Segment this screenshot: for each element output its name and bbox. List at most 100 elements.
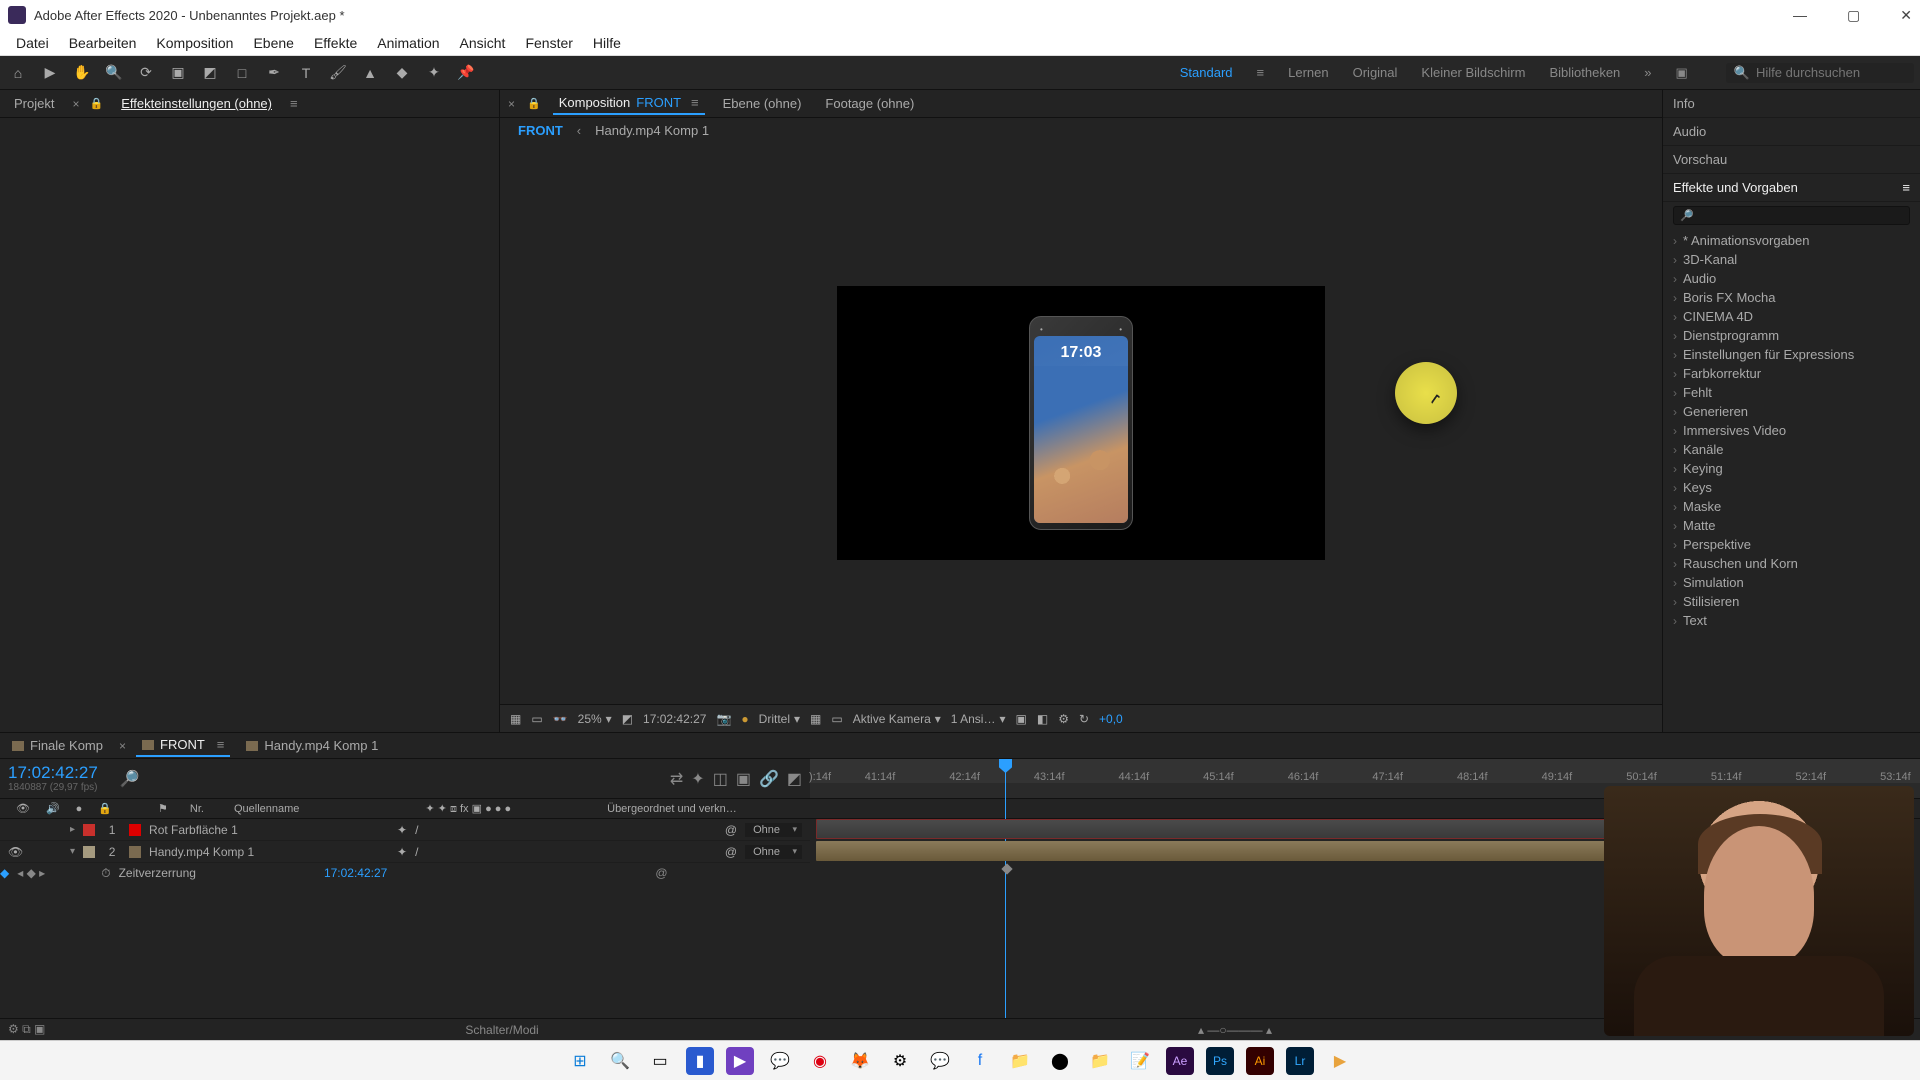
effects-category[interactable]: Audio: [1663, 269, 1920, 288]
clone-tool[interactable]: ▲: [358, 61, 382, 85]
workspace-lernen[interactable]: Lernen: [1288, 65, 1328, 80]
panel-effects-header[interactable]: Effekte und Vorgaben ≡: [1663, 174, 1920, 202]
effects-category[interactable]: * Animationsvorgaben: [1663, 231, 1920, 250]
effects-category[interactable]: Keying: [1663, 459, 1920, 478]
menu-ansicht[interactable]: Ansicht: [450, 35, 516, 51]
effects-category[interactable]: Rauschen und Korn: [1663, 554, 1920, 573]
view-icon[interactable]: ▣: [1016, 712, 1027, 726]
taskbar-firefox[interactable]: 🦊: [846, 1047, 874, 1075]
taskbar-app2[interactable]: ◉: [806, 1047, 834, 1075]
minimize-button[interactable]: —: [1793, 7, 1807, 24]
taskbar-obs[interactable]: ⬤: [1046, 1047, 1074, 1075]
timeline-tab-front[interactable]: FRONT ≡: [136, 734, 230, 757]
resolution-dropdown[interactable]: Drittel ▾: [759, 712, 800, 726]
res-icon[interactable]: ◩: [622, 712, 633, 726]
close-button[interactable]: ✕: [1900, 7, 1912, 24]
tab-ebene[interactable]: Ebene (ohne): [717, 93, 808, 114]
taskbar-facebook[interactable]: f: [966, 1047, 994, 1075]
layer-name[interactable]: Handy.mp4 Komp 1: [149, 845, 369, 859]
timeline-search-icon[interactable]: 🔎: [120, 769, 140, 789]
maximize-button[interactable]: ▢: [1847, 7, 1860, 24]
parent-pick-icon[interactable]: @: [725, 823, 737, 837]
effects-category[interactable]: Farbkorrektur: [1663, 364, 1920, 383]
layer-name[interactable]: Rot Farbfläche 1: [149, 823, 369, 837]
panel-vorschau[interactable]: Vorschau: [1663, 146, 1920, 174]
keyframe-icon[interactable]: [1001, 863, 1012, 874]
camera-tool[interactable]: ▣: [166, 61, 190, 85]
effects-category[interactable]: Simulation: [1663, 573, 1920, 592]
effects-category[interactable]: CINEMA 4D: [1663, 307, 1920, 326]
taskbar-ps[interactable]: Ps: [1206, 1047, 1234, 1075]
effects-category[interactable]: Dienstprogramm: [1663, 326, 1920, 345]
channel-icon[interactable]: ●: [741, 712, 748, 726]
effects-category[interactable]: Keys: [1663, 478, 1920, 497]
timecode-display[interactable]: 17:02:42:27: [643, 712, 706, 726]
effects-category[interactable]: Maske: [1663, 497, 1920, 516]
taskbar-notes[interactable]: 📝: [1126, 1047, 1154, 1075]
effects-search[interactable]: 🔎: [1673, 206, 1910, 225]
tl-icon-5[interactable]: 🔗: [759, 769, 779, 789]
help-search-input[interactable]: [1756, 65, 1906, 80]
time-ruler[interactable]: ):14f 41:14f42:14f43:14f44:14f45:14f46:1…: [810, 759, 1920, 783]
workspace-klein[interactable]: Kleiner Bildschirm: [1421, 65, 1525, 80]
tab-komposition-menu-icon[interactable]: ≡: [691, 95, 699, 110]
menu-datei[interactable]: Datei: [6, 35, 59, 51]
effects-category[interactable]: Einstellungen für Expressions: [1663, 345, 1920, 364]
workspace-bib[interactable]: Bibliotheken: [1549, 65, 1620, 80]
property-row[interactable]: ◆ ◂ ◆ ▸ ⏱ Zeitverzerrung 17:02:42:27 @: [0, 863, 810, 883]
views-dropdown[interactable]: 1 Ansi… ▾: [951, 712, 1006, 726]
colormgmt-icon[interactable]: ◧: [1037, 712, 1048, 726]
selection-tool[interactable]: ▶: [38, 61, 62, 85]
lock-icon[interactable]: 🔒: [527, 97, 541, 110]
layer-row-2[interactable]: 👁 ▾ 2 Handy.mp4 Komp 1 ✦/ @ Ohne: [0, 841, 810, 863]
snapshot-icon[interactable]: 📷: [716, 712, 731, 726]
tl-icon-2[interactable]: ✦: [691, 769, 704, 789]
tl-icon-4[interactable]: ▣: [736, 769, 751, 789]
effects-category[interactable]: Text: [1663, 611, 1920, 630]
layer-row-1[interactable]: ▸ 1 Rot Farbfläche 1 ✦/ @ Ohne: [0, 819, 810, 841]
workspace-frame-icon[interactable]: ▣: [1676, 65, 1688, 81]
lock-icon[interactable]: 🔒: [89, 97, 103, 110]
playhead[interactable]: [1005, 759, 1006, 1023]
puppet-tool[interactable]: 📌: [454, 61, 478, 85]
taskbar-app3[interactable]: ⚙: [886, 1047, 914, 1075]
panel-info[interactable]: Info: [1663, 90, 1920, 118]
taskbar-app4[interactable]: 📁: [1006, 1047, 1034, 1075]
tab-effect-settings[interactable]: Effekteinstellungen (ohne): [113, 92, 280, 115]
refresh-icon[interactable]: ↻: [1079, 712, 1089, 726]
camera-dropdown[interactable]: Aktive Kamera ▾: [853, 712, 941, 726]
type-tool[interactable]: T: [294, 61, 318, 85]
taskbar-taskview[interactable]: ▭: [646, 1047, 674, 1075]
roto-tool[interactable]: ✦: [422, 61, 446, 85]
effects-category[interactable]: Matte: [1663, 516, 1920, 535]
menu-ebene[interactable]: Ebene: [243, 35, 303, 51]
menu-komposition[interactable]: Komposition: [146, 35, 243, 51]
region-icon[interactable]: ▭: [831, 712, 842, 726]
breadcrumb-front[interactable]: FRONT: [518, 123, 563, 138]
effects-category[interactable]: Kanäle: [1663, 440, 1920, 459]
menu-animation[interactable]: Animation: [367, 35, 449, 51]
timeline-zoom[interactable]: ▴ —○——— ▴: [1198, 1023, 1272, 1037]
effects-category[interactable]: 3D-Kanal: [1663, 250, 1920, 269]
switches-modes-toggle[interactable]: Schalter/Modi: [465, 1023, 538, 1037]
tl-footer-icon[interactable]: ⚙ ⧉ ▣: [8, 1022, 45, 1037]
taskbar-app1[interactable]: ▶: [726, 1047, 754, 1075]
pen-tool[interactable]: ✒: [262, 61, 286, 85]
canvas-wrap[interactable]: •• 17:03: [500, 142, 1662, 704]
effects-category[interactable]: Fehlt: [1663, 383, 1920, 402]
workspace-overflow-icon[interactable]: »: [1644, 65, 1651, 80]
screen-icon[interactable]: ▭: [531, 712, 542, 726]
tl-icon-3[interactable]: ◫: [713, 769, 728, 789]
taskbar-ae[interactable]: Ae: [1166, 1047, 1194, 1075]
tab-komposition[interactable]: Komposition FRONT ≡: [553, 92, 705, 115]
composition-canvas[interactable]: •• 17:03: [837, 286, 1325, 560]
taskbar-start[interactable]: ⊞: [566, 1047, 594, 1075]
panel-menu-icon[interactable]: ≡: [1902, 180, 1910, 195]
eraser-tool[interactable]: ◆: [390, 61, 414, 85]
transparent-icon[interactable]: ▦: [810, 712, 821, 726]
breadcrumb-comp[interactable]: Handy.mp4 Komp 1: [595, 123, 709, 138]
taskbar-whatsapp[interactable]: 💬: [766, 1047, 794, 1075]
tl-icon-1[interactable]: ⇄: [670, 769, 683, 789]
tl-icon-6[interactable]: ◩: [787, 769, 802, 789]
menu-fenster[interactable]: Fenster: [515, 35, 582, 51]
